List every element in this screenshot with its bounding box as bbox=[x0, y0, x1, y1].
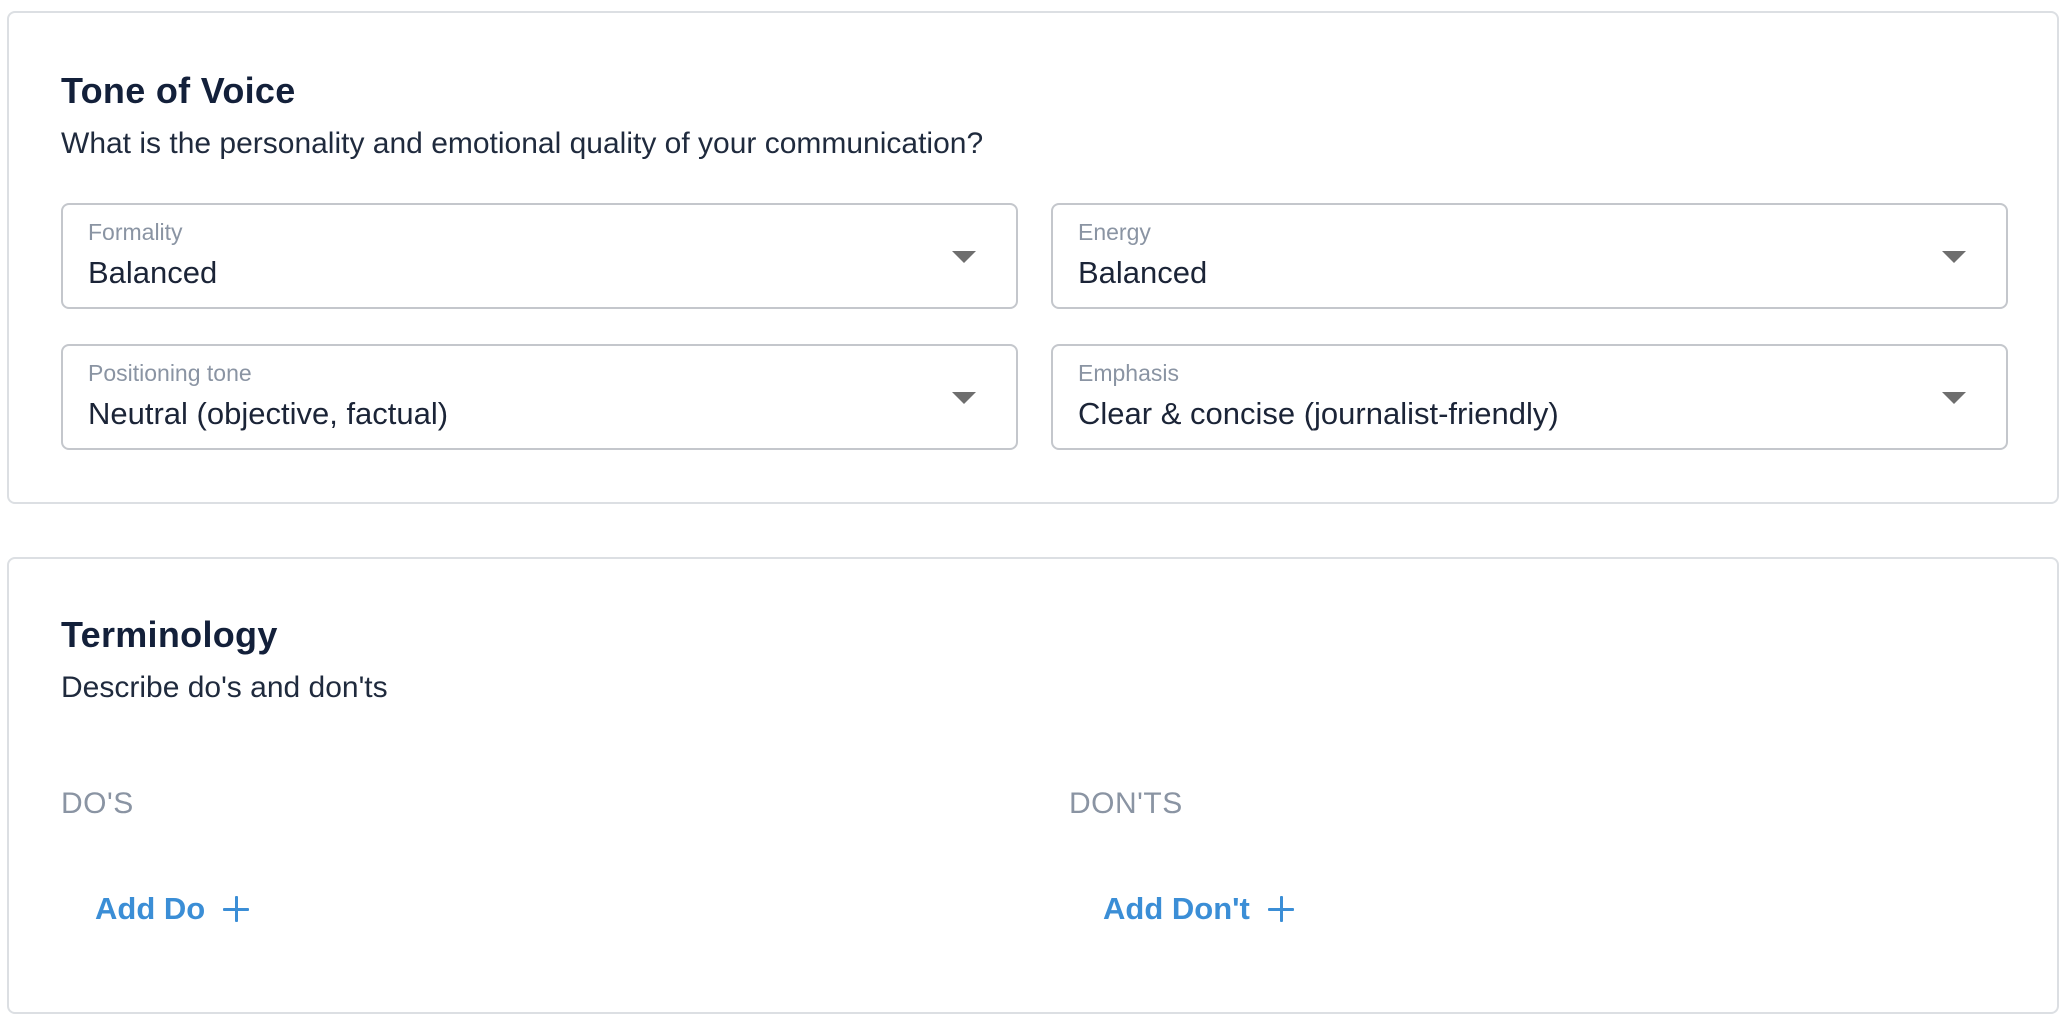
positioning-tone-select[interactable]: Positioning tone Neutral (objective, fac… bbox=[61, 344, 1018, 450]
chevron-down-icon[interactable] bbox=[1942, 392, 1966, 404]
emphasis-select[interactable]: Emphasis Clear & concise (journalist-fri… bbox=[1051, 344, 2008, 450]
plus-icon bbox=[223, 896, 250, 922]
tone-of-voice-subtitle: What is the personality and emotional qu… bbox=[61, 127, 984, 160]
positioning-tone-value: Neutral (objective, factual) bbox=[88, 396, 449, 431]
terminology-card: Terminology Describe do's and don'ts DO'… bbox=[7, 557, 2059, 1014]
terminology-title: Terminology bbox=[61, 614, 278, 655]
chevron-down-icon[interactable] bbox=[952, 392, 976, 404]
tone-of-voice-title: Tone of Voice bbox=[61, 70, 296, 111]
formality-select[interactable]: Formality Balanced bbox=[61, 203, 1018, 309]
add-do-button[interactable]: Add Do bbox=[95, 885, 250, 933]
formality-value: Balanced bbox=[88, 255, 218, 290]
chevron-down-icon[interactable] bbox=[952, 251, 976, 263]
formality-label: Formality bbox=[88, 219, 183, 245]
plus-icon bbox=[1267, 896, 1294, 922]
positioning-tone-label: Positioning tone bbox=[88, 360, 252, 386]
add-dont-label: Add Don't bbox=[1103, 891, 1250, 926]
energy-select[interactable]: Energy Balanced bbox=[1051, 203, 2008, 309]
emphasis-value: Clear & concise (journalist-friendly) bbox=[1078, 396, 1559, 431]
chevron-down-icon[interactable] bbox=[1942, 251, 1966, 263]
terminology-subtitle: Describe do's and don'ts bbox=[61, 671, 388, 704]
donts-heading: DON'TS bbox=[1069, 787, 1183, 820]
add-do-label: Add Do bbox=[95, 891, 206, 926]
energy-value: Balanced bbox=[1078, 255, 1208, 290]
add-dont-button[interactable]: Add Don't bbox=[1103, 885, 1294, 933]
emphasis-label: Emphasis bbox=[1078, 360, 1179, 386]
dos-heading: DO'S bbox=[61, 787, 134, 820]
energy-label: Energy bbox=[1078, 219, 1151, 245]
tone-of-voice-card: Tone of Voice What is the personality an… bbox=[7, 11, 2059, 504]
